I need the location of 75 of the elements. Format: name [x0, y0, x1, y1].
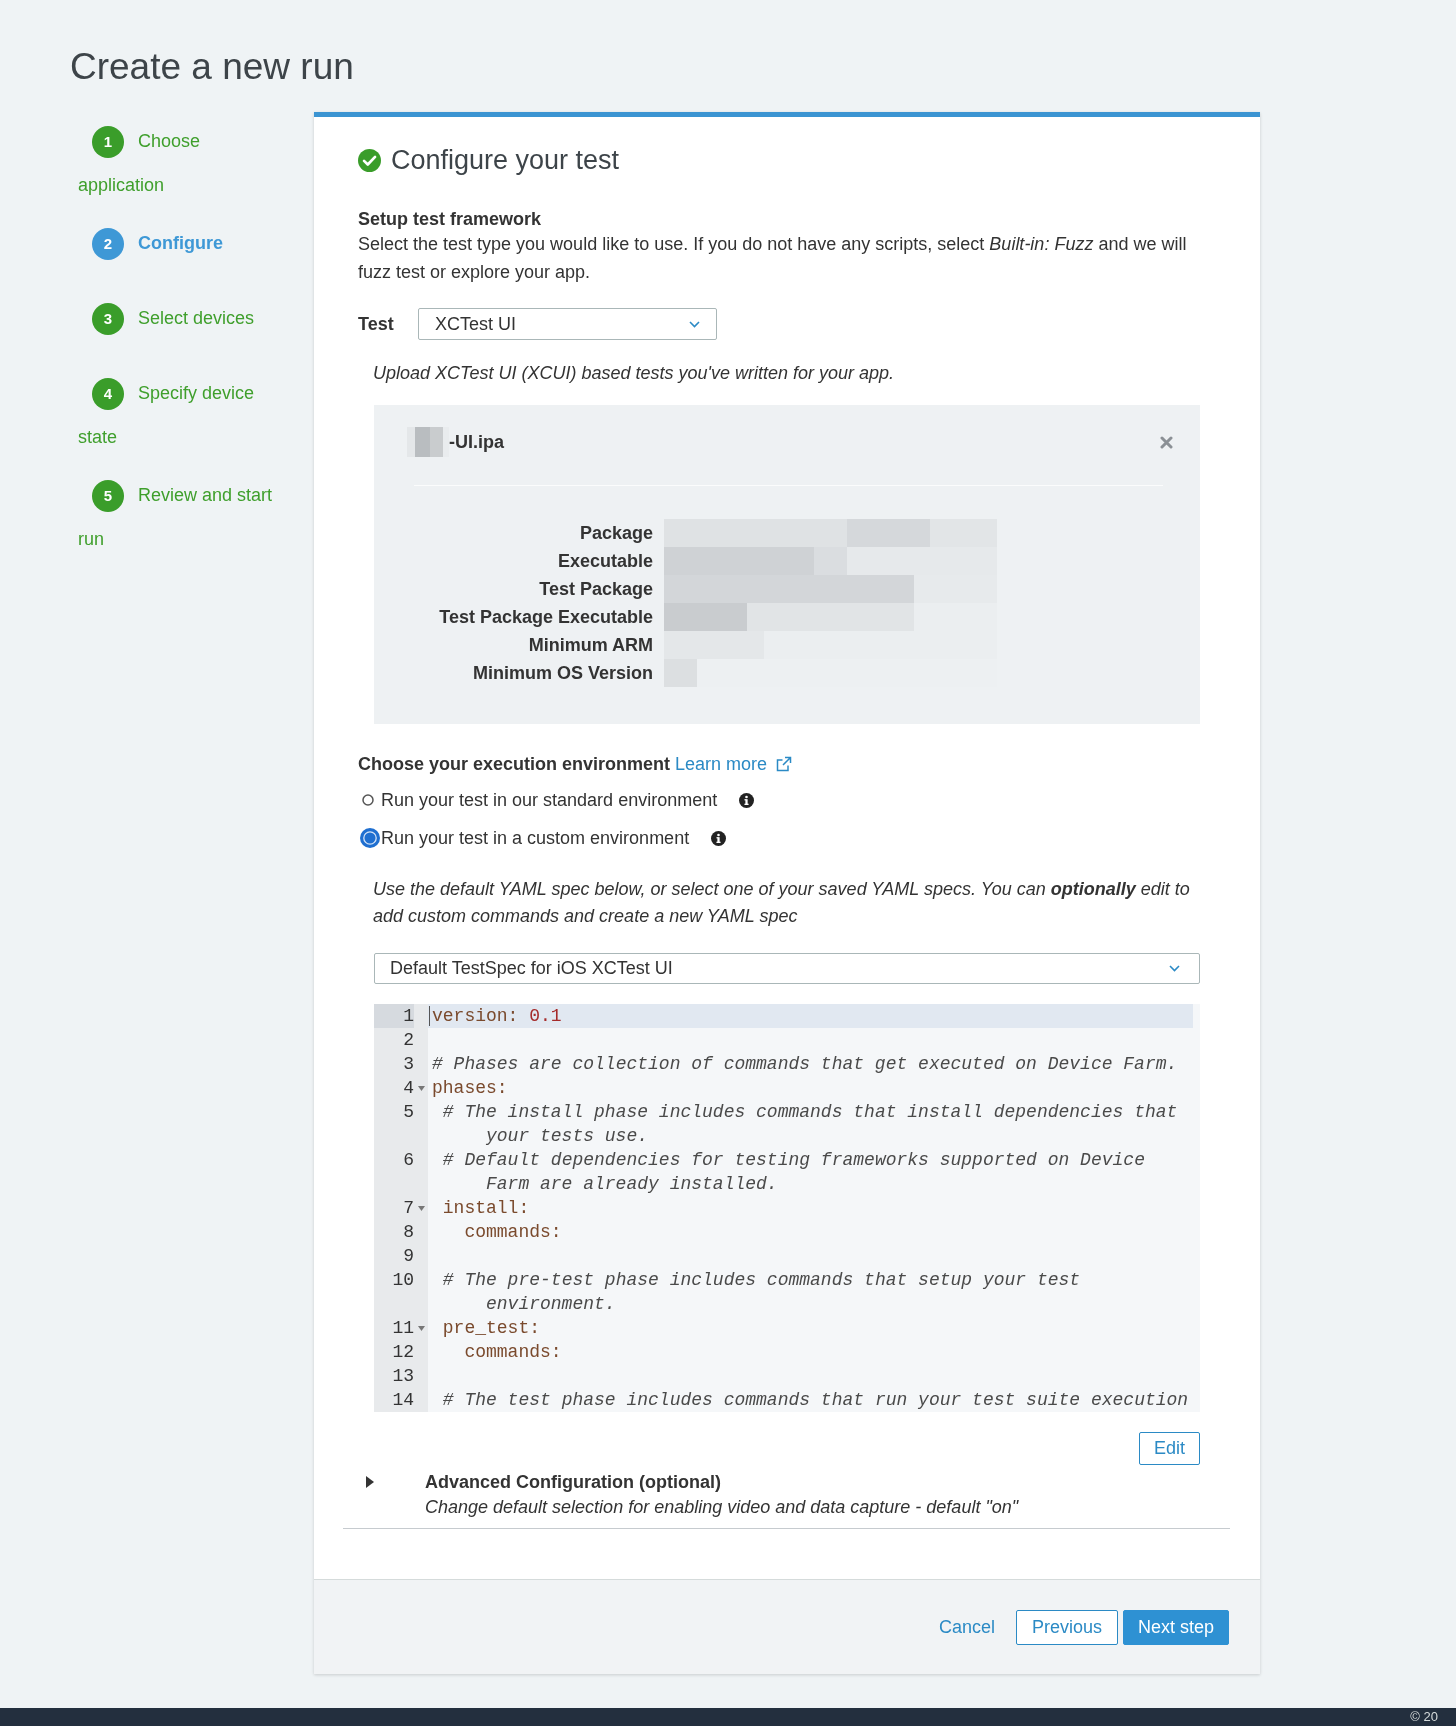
wizard-step[interactable]: 1 Choose application [78, 112, 282, 199]
test-type-select[interactable]: XCTest UI [418, 308, 717, 340]
line-number: 11 [391, 1317, 414, 1340]
secondary-button[interactable]: Previous [1015, 1609, 1118, 1645]
section-title: Configure your test [391, 144, 620, 177]
line-number: 2 [402, 1029, 414, 1052]
detail-label: Minimum ARM [527, 634, 653, 657]
close-icon[interactable] [1160, 435, 1173, 449]
detail-label: Executable [556, 550, 653, 573]
wizard-step[interactable]: 3 Select devices [78, 289, 282, 349]
line-number: 10 [391, 1269, 414, 1292]
code-line: phases: [431, 1077, 509, 1100]
wizard-step[interactable]: 4 Specify device state [78, 364, 282, 451]
step-number: 3 [92, 303, 124, 335]
code-line: pre_test: [441, 1317, 542, 1340]
instruction-text: Use the default YAML spec below, or select one of your saved YAML specs. You can optionally edit to add custom commands and create a new YAML spec [373, 878, 1191, 928]
chevron-down-icon [689, 320, 700, 328]
line-number: 7 [402, 1197, 414, 1220]
step-number: 4 [92, 378, 124, 410]
subsection-title: Choose your execution environment [358, 753, 671, 775]
line-number: 6 [402, 1149, 414, 1172]
advanced-title[interactable]: Advanced Configuration (optional) [425, 1470, 1019, 1494]
wizard-step[interactable]: 2 Configure [78, 214, 282, 274]
step-number: 5 [92, 480, 124, 512]
fold-arrow-icon[interactable] [418, 1206, 425, 1211]
line-number: 13 [391, 1365, 414, 1388]
expand-arrow-icon[interactable] [366, 1476, 374, 1488]
info-icon[interactable] [711, 830, 727, 846]
radio-label[interactable]: Run your test in our standard environment [381, 789, 718, 811]
primary-button[interactable]: Next step [1122, 1609, 1229, 1645]
hint-text: Upload XCTest UI (XCUI) based tests you've written for your app. [373, 362, 894, 385]
detail-label: Test Package Executable [438, 606, 653, 629]
info-icon[interactable] [739, 792, 755, 808]
cancel-link[interactable]: Cancel [938, 1616, 995, 1638]
code-line: # The install phase includes commands that install dependencies that your tests use. [441, 1101, 1179, 1148]
radio-button[interactable] [360, 828, 380, 848]
code-line: # The test phase includes commands that run your test suite execution [441, 1389, 1190, 1412]
edit-button[interactable]: Edit [1138, 1432, 1200, 1465]
line-number: 9 [402, 1245, 414, 1268]
code-line: install: [441, 1197, 531, 1220]
line-number: 5 [402, 1101, 414, 1124]
fold-arrow-icon[interactable] [418, 1086, 425, 1091]
line-number: 1 [374, 1004, 414, 1028]
detail-label: Test Package [538, 578, 653, 601]
line-number: 3 [402, 1053, 414, 1076]
subsection-title: Setup test framework [358, 208, 542, 230]
chevron-down-icon [1169, 965, 1180, 972]
file-name: -UI.ipa [449, 431, 504, 453]
description-text: Select the test type you would like to use. If you do not have any scripts, select Built-in: Fuzz and we will fuzz test or explore your app. [358, 233, 1188, 284]
field-label: Test [358, 313, 395, 335]
learn-more-link[interactable]: Learn more [675, 753, 768, 775]
detail-label: Package [578, 522, 653, 545]
detail-label: Minimum OS Version [471, 662, 653, 685]
step-number: 1 [92, 126, 124, 158]
line-number: 14 [391, 1389, 414, 1412]
spec-select[interactable]: Default TestSpec for iOS XCTest UI [374, 953, 1200, 984]
step-number: 2 [92, 228, 124, 260]
code-line: commands: [463, 1221, 563, 1244]
code-line: # The pre-test phase includes commands that setup your test environment. [441, 1269, 1082, 1316]
radio-button[interactable] [362, 794, 374, 806]
code-editor[interactable] [374, 1004, 1200, 1412]
code-line: # Phases are collection of commands that get executed on Device Farm. [431, 1053, 1179, 1076]
advanced-description: Change default selection for enabling video and data capture - default "on" [425, 1496, 1019, 1519]
copyright-text: © 20 [1410, 1708, 1438, 1726]
radio-label[interactable]: Run your test in a custom environment [381, 827, 690, 849]
line-number: 8 [402, 1221, 414, 1244]
line-number: 12 [391, 1341, 414, 1364]
fold-arrow-icon[interactable] [418, 1326, 425, 1331]
page-title: Create a new run [70, 45, 354, 89]
external-link-icon[interactable] [776, 756, 793, 772]
code-line: commands: [463, 1341, 563, 1364]
wizard-step[interactable]: 5 Review and start run [78, 466, 282, 553]
code-line: # Default dependencies for testing frameworks supported on Device Farm are already installed. [441, 1149, 1146, 1196]
line-number: 4 [402, 1077, 414, 1100]
check-circle-icon [358, 148, 381, 172]
